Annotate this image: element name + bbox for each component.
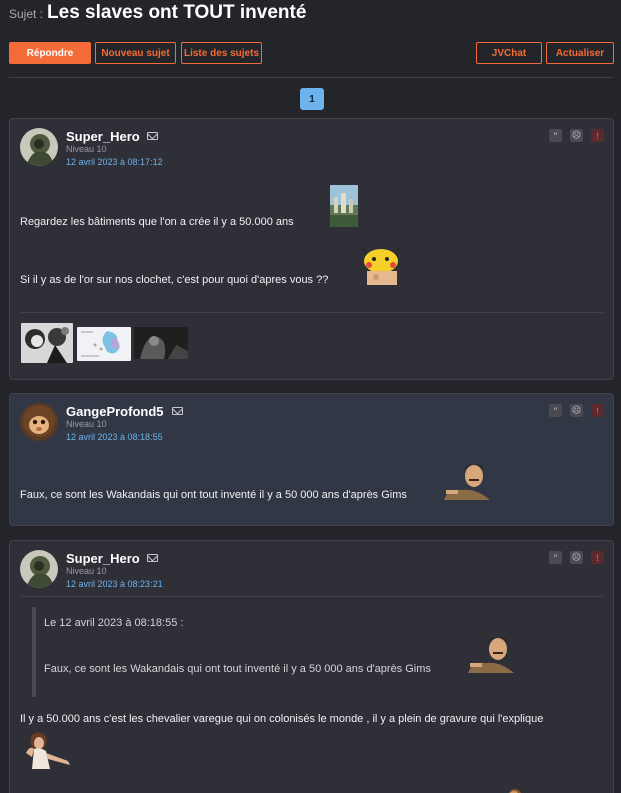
quote-icon[interactable]: " [549, 129, 562, 142]
quote-icon[interactable]: " [549, 551, 562, 564]
quote-header: Le 12 avril 2023 à 08:18:55 : [44, 617, 184, 629]
topic-title-row: Sujet : Les slaves ont TOUT inventé [9, 2, 306, 24]
post-date[interactable]: 12 avril 2023 à 08:23:21 [66, 579, 163, 589]
post-author-level: Niveau 10 [66, 144, 107, 154]
report-icon[interactable]: ! [591, 404, 604, 417]
post-date[interactable]: 12 avril 2023 à 08:18:55 [66, 432, 163, 442]
man-sticker [464, 633, 518, 673]
post: Super_Hero Niveau 10 12 avril 2023 à 08:… [9, 118, 614, 380]
thumbnail-image[interactable] [21, 323, 73, 363]
man-sticker [440, 460, 494, 500]
city-image[interactable] [330, 185, 358, 227]
post: GangeProfond5 Niveau 10 12 avril 2023 à … [9, 393, 614, 526]
thumbnail-image[interactable] [134, 327, 188, 359]
post-author[interactable]: Super_Hero [66, 551, 140, 566]
quote-bar [32, 607, 36, 697]
post: Super_Hero Niveau 10 12 avril 2023 à 08:… [9, 540, 614, 793]
post-author-level: Niveau 10 [66, 566, 107, 576]
private-message-icon[interactable] [172, 407, 183, 415]
topic-prefix: Sujet : [9, 7, 44, 21]
topic-list-button[interactable]: Liste des sujets [181, 42, 262, 64]
post-author[interactable]: GangeProfond5 [66, 404, 164, 419]
divider [9, 77, 613, 78]
refresh-button[interactable]: Actualiser [546, 42, 614, 64]
private-message-icon[interactable] [147, 132, 158, 140]
reply-button[interactable]: Répondre [9, 42, 91, 64]
pikachu-sticker [357, 241, 405, 285]
woman-sticker [20, 731, 76, 769]
private-message-face-icon[interactable]: ☹ [570, 404, 583, 417]
post-text: Faux, ce sont les Wakandais qui ont tout… [20, 489, 407, 501]
post-author-level: Niveau 10 [66, 419, 107, 429]
private-message-icon[interactable] [147, 554, 158, 562]
private-message-face-icon[interactable]: ☹ [570, 551, 583, 564]
page-1-button[interactable]: 1 [300, 88, 324, 110]
partial-sticker [498, 785, 528, 793]
private-message-face-icon[interactable]: ☹ [570, 129, 583, 142]
jvchat-button[interactable]: JVChat [476, 42, 542, 64]
quote-icon[interactable]: " [549, 404, 562, 417]
topic-title: Les slaves ont TOUT inventé [47, 2, 307, 23]
new-topic-button[interactable]: Nouveau sujet [95, 42, 176, 64]
report-icon[interactable]: ! [591, 551, 604, 564]
signature-separator [20, 312, 603, 313]
post-text: Il y a 50.000 ans c'est les chevalier va… [20, 713, 544, 725]
post-date[interactable]: 12 avril 2023 à 08:17:12 [66, 157, 163, 167]
avatar[interactable] [20, 128, 58, 166]
post-author[interactable]: Super_Hero [66, 129, 140, 144]
post-text: Regardez les bâtiments que l'on a crée i… [20, 216, 294, 228]
avatar[interactable] [20, 550, 58, 588]
avatar[interactable] [20, 403, 58, 441]
thumbnail-image[interactable] [77, 327, 131, 361]
report-icon[interactable]: ! [591, 129, 604, 142]
post-separator [20, 596, 603, 597]
post-text: Si il y as de l'or sur nos clochet, c'es… [20, 274, 329, 286]
quote-text: Faux, ce sont les Wakandais qui ont tout… [44, 663, 431, 675]
